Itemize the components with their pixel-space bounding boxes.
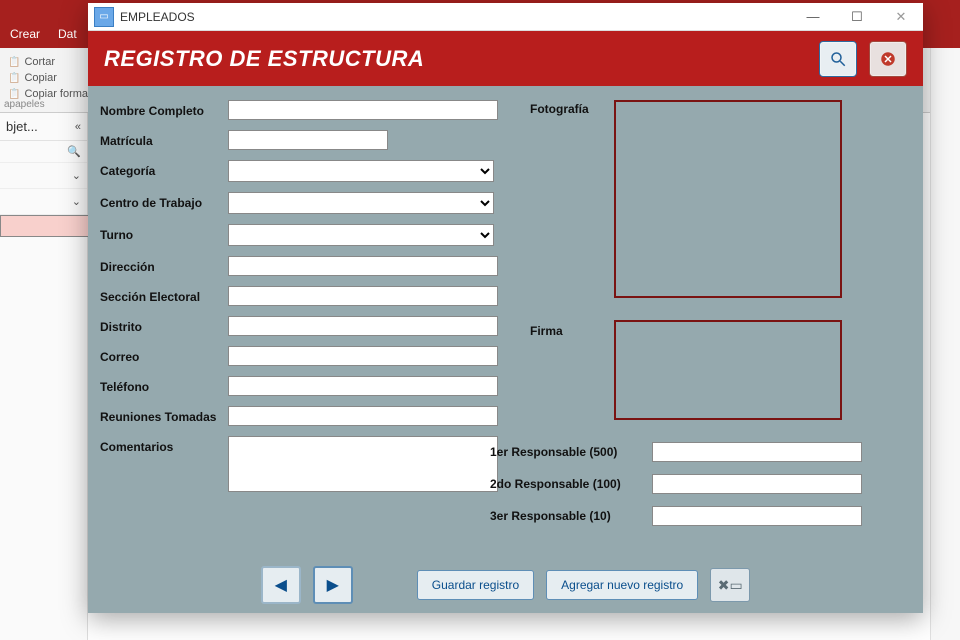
form-area: Nombre Completo Matrícula Categoría Cent… xyxy=(88,86,923,613)
bg-tab-crear[interactable]: Crear xyxy=(10,27,40,41)
prev-record-button[interactable]: ◀ xyxy=(261,566,301,604)
label-resp2: 2do Responsable (100) xyxy=(490,477,646,491)
label-categoria: Categoría xyxy=(100,160,228,178)
input-reuniones[interactable] xyxy=(228,406,498,426)
select-categoria[interactable] xyxy=(228,160,494,182)
label-nombre: Nombre Completo xyxy=(100,100,228,118)
input-nombre[interactable] xyxy=(228,100,498,120)
label-fotografia: Fotografía xyxy=(530,102,589,116)
empleados-window: ▭ EMPLEADOS — ☐ ✕ REGISTRO DE ESTRUCTURA… xyxy=(88,3,923,613)
select-centro[interactable] xyxy=(228,192,494,214)
firma-box[interactable] xyxy=(614,320,842,420)
input-direccion[interactable] xyxy=(228,256,498,276)
bg-right-pane xyxy=(930,48,960,640)
label-reuniones: Reuniones Tomadas xyxy=(100,406,228,424)
label-firma: Firma xyxy=(530,324,563,338)
input-resp3[interactable] xyxy=(652,506,862,526)
window-minimize-button[interactable]: — xyxy=(791,4,835,30)
label-distrito: Distrito xyxy=(100,316,228,334)
bg-group-portapapeles: apapeles xyxy=(4,99,45,110)
window-title: EMPLEADOS xyxy=(120,10,791,24)
label-comentarios: Comentarios xyxy=(100,436,228,454)
banner-title: REGISTRO DE ESTRUCTURA xyxy=(104,46,807,72)
left-column: Nombre Completo Matrícula Categoría Cent… xyxy=(100,100,500,540)
banner: REGISTRO DE ESTRUCTURA xyxy=(88,31,923,86)
label-correo: Correo xyxy=(100,346,228,364)
search-button[interactable] xyxy=(819,41,857,77)
search-icon xyxy=(829,50,847,68)
label-seccion: Sección Electoral xyxy=(100,286,228,304)
guardar-button[interactable]: Guardar registro xyxy=(417,570,534,600)
bg-nav-group-1[interactable]: ⌄ xyxy=(0,163,87,189)
textarea-comentarios[interactable] xyxy=(228,436,498,492)
delete-icon: ✖▭ xyxy=(718,577,743,594)
input-resp1[interactable] xyxy=(652,442,862,462)
label-matricula: Matrícula xyxy=(100,130,228,148)
chevron-left-icon: ◀ xyxy=(275,575,287,595)
input-distrito[interactable] xyxy=(228,316,498,336)
label-direccion: Dirección xyxy=(100,256,228,274)
label-resp3: 3er Responsable (10) xyxy=(490,509,646,523)
bg-nav-collapse-icon[interactable]: « xyxy=(75,121,81,133)
chevron-right-icon: ▶ xyxy=(327,575,339,595)
close-form-button[interactable] xyxy=(869,41,907,77)
bg-nav-pane: bjet... « 🔍 ⌄ ⌄ xyxy=(0,113,88,640)
input-resp2[interactable] xyxy=(652,474,862,494)
label-telefono: Teléfono xyxy=(100,376,228,394)
input-seccion[interactable] xyxy=(228,286,498,306)
bg-nav-title: bjet... xyxy=(6,119,38,134)
agregar-button[interactable]: Agregar nuevo registro xyxy=(546,570,698,600)
titlebar: ▭ EMPLEADOS — ☐ ✕ xyxy=(88,3,923,31)
label-turno: Turno xyxy=(100,224,228,242)
fotografia-box[interactable] xyxy=(614,100,842,298)
footer: ◀ ▶ Guardar registro Agregar nuevo regis… xyxy=(88,557,923,613)
window-icon: ▭ xyxy=(94,7,114,27)
delete-record-button[interactable]: ✖▭ xyxy=(710,568,750,602)
input-telefono[interactable] xyxy=(228,376,498,396)
input-matricula[interactable] xyxy=(228,130,388,150)
label-centro: Centro de Trabajo xyxy=(100,192,228,210)
label-resp1: 1er Responsable (500) xyxy=(490,445,646,459)
bg-tab-datos[interactable]: Dat xyxy=(58,27,77,41)
next-record-button[interactable]: ▶ xyxy=(313,566,353,604)
window-maximize-button[interactable]: ☐ xyxy=(835,4,879,30)
select-turno[interactable] xyxy=(228,224,494,246)
window-close-button[interactable]: ✕ xyxy=(879,4,923,30)
close-icon xyxy=(879,50,897,68)
input-correo[interactable] xyxy=(228,346,498,366)
bg-nav-group-2[interactable]: ⌄ xyxy=(0,189,87,215)
bg-nav-search[interactable]: 🔍 xyxy=(0,141,87,163)
right-column: Fotografía Firma 1er Responsable (500) 2… xyxy=(530,100,911,540)
